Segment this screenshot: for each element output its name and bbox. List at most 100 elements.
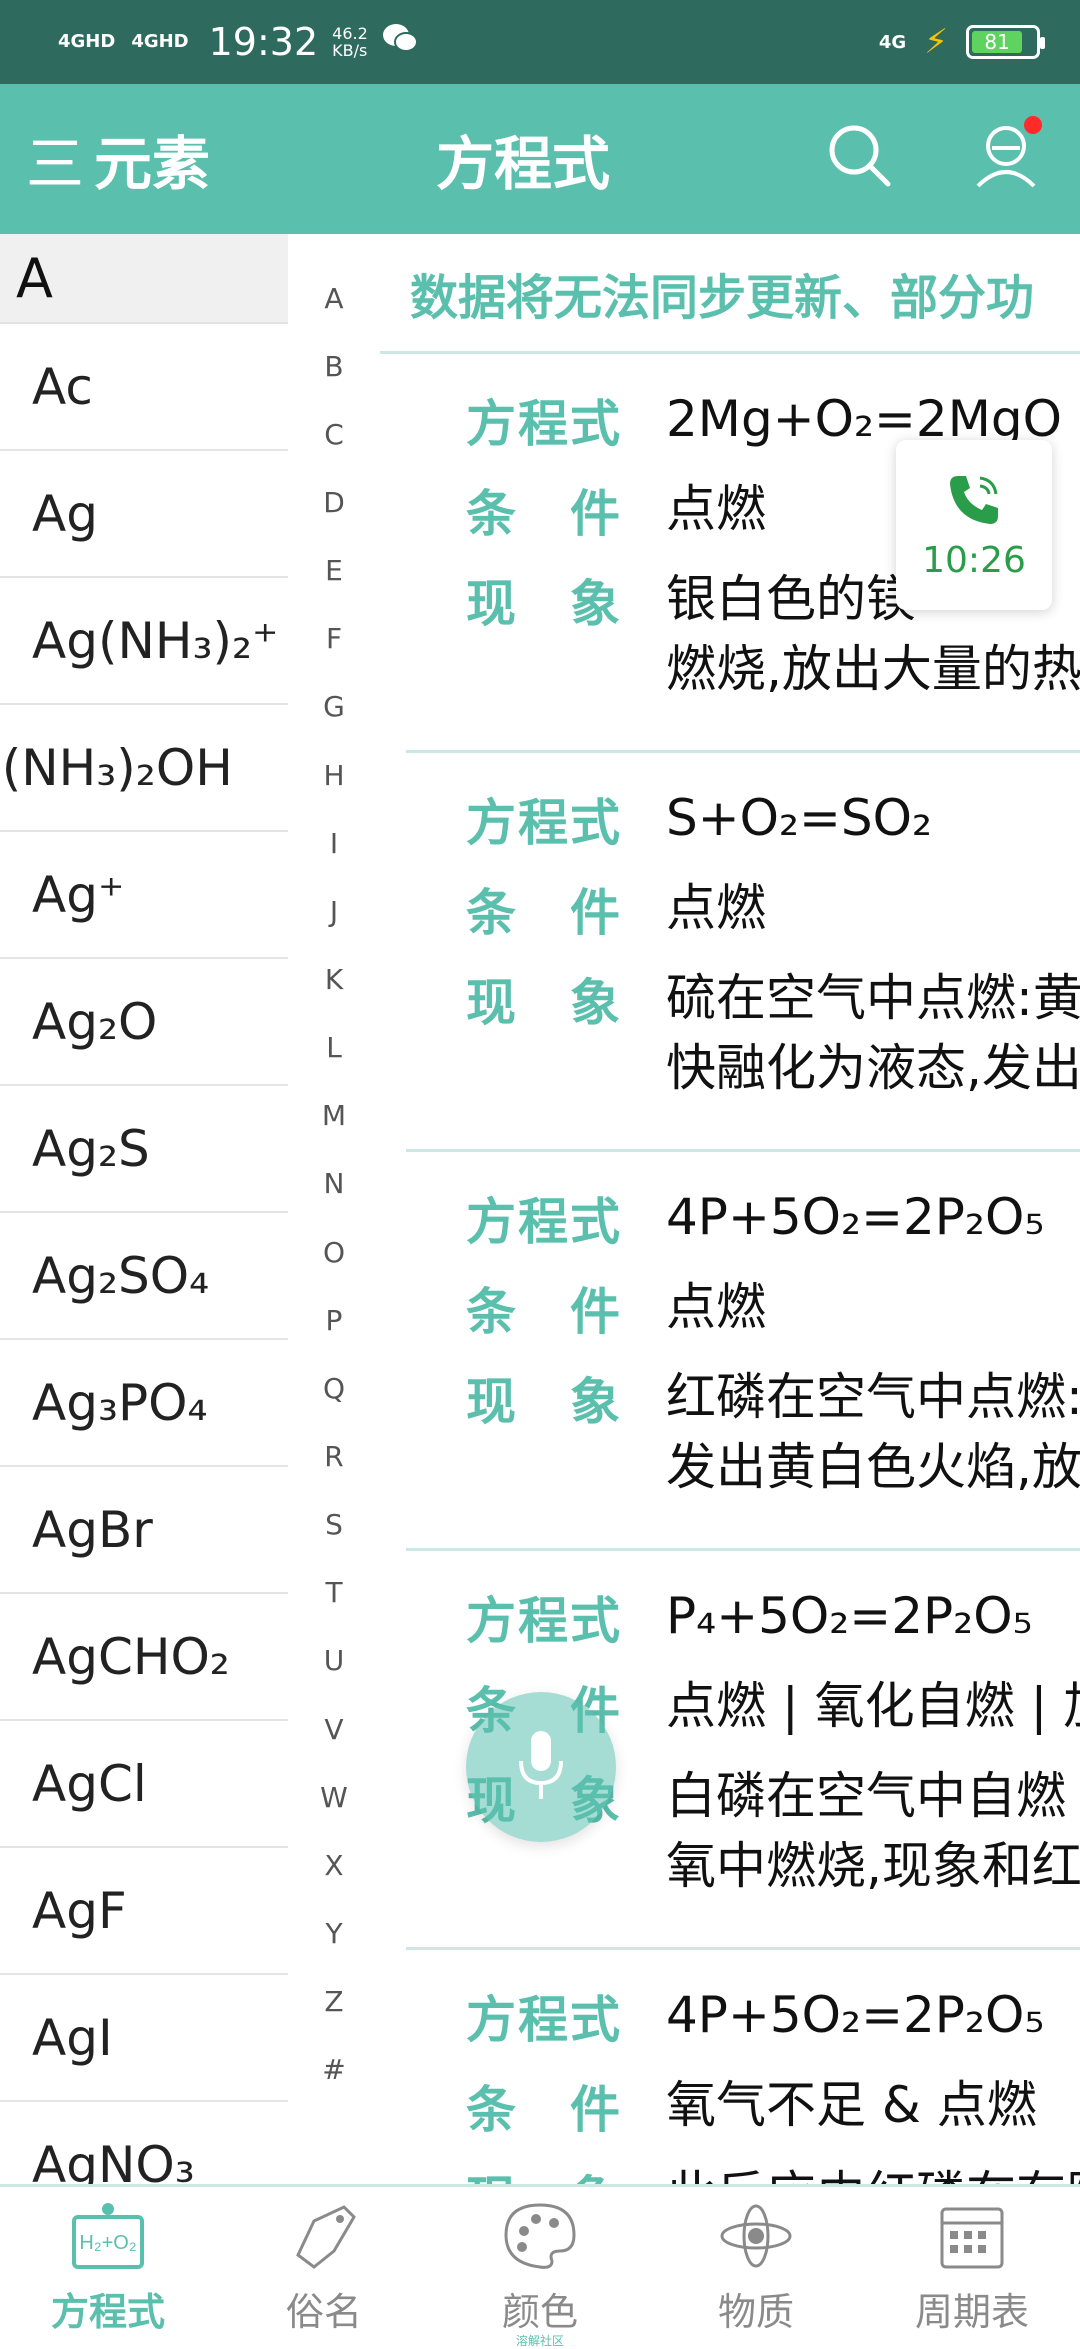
signal-indicator-2: 4GHD bbox=[131, 31, 189, 52]
alpha-letter[interactable]: S bbox=[288, 1491, 380, 1559]
alpha-letter[interactable]: B bbox=[288, 332, 380, 400]
alpha-letter[interactable]: W bbox=[288, 1763, 380, 1831]
nav-colors[interactable]: 颜色 溶解社区 bbox=[432, 2187, 648, 2348]
alpha-letter[interactable]: C bbox=[288, 400, 380, 468]
phenomenon-line-2: 燃烧,放出大量的热 bbox=[666, 640, 1080, 698]
phenomenon-line-1: 红磷在空气中点燃: bbox=[666, 1368, 1080, 1426]
alpha-letter[interactable]: T bbox=[288, 1559, 380, 1627]
alpha-letter[interactable]: I bbox=[288, 809, 380, 877]
menu-label: 元素 bbox=[94, 130, 211, 198]
nav-label: 周期表 bbox=[914, 2290, 1029, 2334]
phone-icon bbox=[944, 470, 1004, 534]
network-speed-unit: KB/s bbox=[332, 41, 368, 60]
nav-equations[interactable]: H₂+O₂ 方程式 bbox=[0, 2187, 216, 2340]
equation-card[interactable]: 方程式 4P+5O₂=2P₂O₅ 条 件氧气不足 & 点燃 现 象此反应由红磷在有… bbox=[406, 1950, 1080, 2184]
nav-periodic-table[interactable]: 周期表 bbox=[864, 2187, 1080, 2340]
alpha-letter[interactable]: # bbox=[288, 2036, 380, 2104]
equation-label: 方程式 bbox=[466, 1592, 622, 1650]
calendar-grid-icon bbox=[932, 2201, 1012, 2275]
phenomenon-line-2: 快融化为液态,发出 bbox=[666, 1039, 1080, 1097]
network-type: 4G bbox=[878, 31, 907, 53]
condition-value: 点燃 bbox=[666, 879, 766, 937]
phenomenon-line-1: 硫在空气中点燃:黄 bbox=[666, 969, 1080, 1027]
alpha-letter[interactable]: J bbox=[288, 877, 380, 945]
list-item[interactable]: AgCl bbox=[0, 1721, 288, 1848]
list-item[interactable]: Ag₂O bbox=[0, 959, 288, 1086]
list-item[interactable]: AgBr bbox=[0, 1467, 288, 1594]
equation-card[interactable]: 方程式 S+O₂=SO₂ 条 件点燃 现 象硫在空气中点燃:黄 快融化为液态,发出 bbox=[406, 753, 1080, 1152]
microphone-icon bbox=[511, 1725, 571, 1809]
alpha-letter[interactable]: M bbox=[288, 1082, 380, 1150]
nav-common-names[interactable]: 俗名 bbox=[216, 2187, 432, 2340]
alpha-letter[interactable]: E bbox=[288, 537, 380, 605]
list-item[interactable]: AgI bbox=[0, 1975, 288, 2102]
alpha-letter[interactable]: L bbox=[288, 1014, 380, 1082]
nav-label: 物质 bbox=[717, 2290, 794, 2334]
ongoing-call-pill[interactable]: 10:26 bbox=[896, 440, 1052, 610]
alpha-letter[interactable]: F bbox=[288, 605, 380, 673]
alpha-letter[interactable]: Y bbox=[288, 1899, 380, 1967]
alpha-letter[interactable]: V bbox=[288, 1695, 380, 1763]
alpha-letter[interactable]: U bbox=[288, 1627, 380, 1695]
condition-value: 点燃 bbox=[666, 1278, 766, 1336]
nav-substances[interactable]: 物质 bbox=[648, 2187, 864, 2340]
phenomenon-label: 现 象 bbox=[466, 974, 622, 1032]
battery-icon: 81 bbox=[966, 25, 1045, 59]
phenomenon-line-2: 氧中燃烧,现象和红 bbox=[666, 1837, 1080, 1895]
alpha-letter[interactable]: Z bbox=[288, 1968, 380, 2036]
list-item[interactable]: Ag₃PO₄ bbox=[0, 1340, 288, 1467]
alpha-letter[interactable]: X bbox=[288, 1831, 380, 1899]
alpha-letter[interactable]: H bbox=[288, 741, 380, 809]
page-title: 方程式 bbox=[436, 130, 611, 198]
alpha-letter[interactable]: K bbox=[288, 945, 380, 1013]
phenomenon-line-1: 银白色的镁 bbox=[666, 570, 916, 628]
nav-sublabel: 溶解社区 bbox=[515, 2334, 564, 2348]
phenomenon-label: 现 象 bbox=[466, 575, 622, 633]
tag-icon bbox=[284, 2201, 364, 2275]
list-item[interactable]: AgF bbox=[0, 1848, 288, 1975]
list-item[interactable]: g(NH₃)₂OH bbox=[0, 705, 288, 832]
alpha-letter[interactable]: A bbox=[288, 264, 380, 332]
phenomenon-line-2: 发出黄白色火焰,放 bbox=[666, 1438, 1080, 1496]
equation-value: 4P+5O₂=2P₂O₅ bbox=[666, 1986, 1045, 2044]
alpha-letter[interactable]: R bbox=[288, 1422, 380, 1490]
list-item[interactable]: AgCHO₂ bbox=[0, 1594, 288, 1721]
voice-search-button[interactable] bbox=[466, 1692, 616, 1842]
app-bar: 三 元素 方程式 bbox=[0, 84, 1080, 234]
equation-label: 方程式 bbox=[466, 395, 622, 453]
element-menu-button[interactable]: 三 元素 bbox=[0, 117, 380, 201]
list-item[interactable]: AgNO₃ bbox=[0, 2102, 288, 2185]
list-item[interactable]: Ag₂SO₄ bbox=[0, 1213, 288, 1340]
phenomenon-label: 现 象 bbox=[466, 2160, 666, 2184]
alphabet-index[interactable]: A B C D E F G H I J K L M N O P Q R S T … bbox=[288, 264, 380, 2104]
menu-icon: 三 bbox=[26, 130, 85, 198]
alpha-letter[interactable]: P bbox=[288, 1286, 380, 1354]
search-icon[interactable] bbox=[826, 122, 894, 190]
list-item[interactable]: Ag₂S bbox=[0, 1086, 288, 1213]
equation-value: 4P+5O₂=2P₂O₅ bbox=[666, 1188, 1045, 1246]
status-right: 4G ⚡ 81 bbox=[878, 22, 1045, 62]
alpha-letter[interactable]: D bbox=[288, 468, 380, 536]
nav-label: 方程式 bbox=[50, 2290, 165, 2334]
list-item[interactable]: Ag bbox=[0, 451, 288, 578]
bottom-navigation: H₂+O₂ 方程式 俗名 颜色 溶解社区 物质 周期表 bbox=[0, 2184, 1080, 2348]
palette-icon bbox=[500, 2201, 580, 2275]
alpha-letter[interactable]: N bbox=[288, 1150, 380, 1218]
clock: 19:32 bbox=[208, 20, 319, 64]
condition-label: 条 件 bbox=[466, 884, 622, 942]
alpha-letter[interactable]: O bbox=[288, 1218, 380, 1286]
formula-index-list[interactable]: A Ac Ag Ag(NH₃)₂⁺ g(NH₃)₂OH Ag⁺ Ag₂O Ag₂… bbox=[0, 234, 288, 2184]
signal-indicator-1: 4GHD bbox=[58, 31, 116, 52]
alpha-letter[interactable]: G bbox=[288, 673, 380, 741]
list-item[interactable]: Ag(NH₃)₂⁺ bbox=[0, 578, 288, 705]
condition-label: 条 件 bbox=[466, 1283, 622, 1341]
condition-label: 条 件 bbox=[466, 2081, 622, 2139]
equation-label: 方程式 bbox=[466, 1193, 622, 1251]
phenomenon-line-1: 白磷在空气中自燃 bbox=[666, 1767, 1066, 1825]
list-item[interactable]: Ac bbox=[0, 324, 288, 451]
alpha-letter[interactable]: Q bbox=[288, 1354, 380, 1422]
condition-value: 氧气不足 & 点燃 bbox=[666, 2076, 1037, 2134]
list-item[interactable]: Ag⁺ bbox=[0, 832, 288, 959]
equation-card[interactable]: 方程式 4P+5O₂=2P₂O₅ 条 件点燃 现 象红磷在空气中点燃: 发出黄白色火… bbox=[406, 1152, 1080, 1551]
section-header: A bbox=[0, 234, 288, 324]
